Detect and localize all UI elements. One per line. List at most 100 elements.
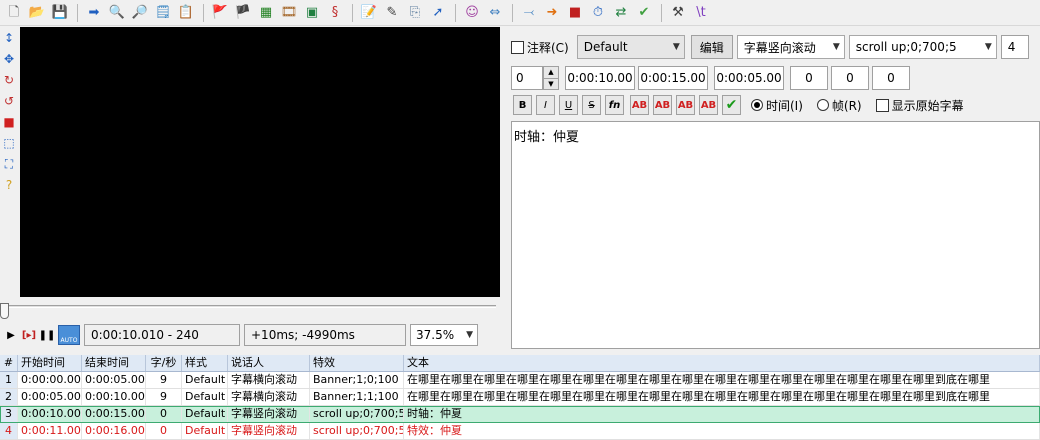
bold-button[interactable]: B (513, 95, 532, 115)
header-actor[interactable]: 说话人 (228, 355, 310, 371)
rotate-z-icon[interactable]: ↻ (1, 69, 17, 90)
subtitle-text-editor[interactable]: 时轴：仲夏 (511, 121, 1040, 349)
strikeout-button[interactable]: S (582, 95, 601, 115)
row-style: Default (182, 389, 228, 405)
flag-blue-icon[interactable]: 🏴 (232, 2, 254, 24)
help-icon[interactable]: ? (1, 174, 17, 195)
margin-vertical-field[interactable]: 0 (872, 66, 910, 90)
flag-red-icon[interactable]: 🚩 (209, 2, 231, 24)
header-style[interactable]: 样式 (182, 355, 228, 371)
scale-tool-icon[interactable]: ■ (1, 111, 17, 132)
run-script-icon[interactable]: ➚ (427, 2, 449, 24)
underline-button[interactable]: U (559, 95, 578, 115)
row-actor: 字幕竖向滚动 (228, 423, 310, 439)
time-mode-radio[interactable] (751, 99, 763, 111)
effect-count-field[interactable]: 4 (1000, 35, 1029, 59)
dollar-script-icon[interactable]: § (324, 2, 346, 24)
split-icon[interactable]: ⇔ (484, 2, 506, 24)
header-effect[interactable]: 特效 (310, 355, 404, 371)
save-icon[interactable]: 💾 (49, 2, 71, 24)
seek-thumb[interactable] (0, 303, 9, 319)
copy-icon[interactable]: ⎘ (404, 2, 426, 24)
new-file-icon[interactable]: 🗋 (3, 2, 25, 24)
actor-select[interactable]: 字幕竖向滚动 ▼ (736, 35, 845, 59)
header-text[interactable]: 文本 (404, 355, 1040, 371)
row-end: 0:00:15.00 (82, 406, 146, 422)
search-icon[interactable]: 🔍 (106, 2, 128, 24)
header-cps[interactable]: 字/秒 (146, 355, 182, 371)
style-select[interactable]: Default ▼ (576, 35, 685, 59)
keyframe-icon[interactable]: ▣ (301, 2, 323, 24)
rotate-xy-icon[interactable]: ↺ (1, 90, 17, 111)
spin-down-icon[interactable]: ▼ (544, 79, 558, 90)
secondary-color-button[interactable]: AB (653, 95, 672, 115)
show-original-checkbox[interactable] (875, 98, 889, 112)
open-folder-icon[interactable]: 📂 (26, 2, 48, 24)
auto-scroll-toggle[interactable]: AUTO (58, 325, 80, 345)
italic-button[interactable]: I (536, 95, 555, 115)
video-frames-icon[interactable]: ▦ (255, 2, 277, 24)
row-text: 时轴：仲夏 (404, 406, 1040, 422)
table-row[interactable]: 1 0:00:00.00 0:00:05.00 9 Default 字幕横向滚动… (0, 372, 1040, 389)
properties-icon[interactable]: 📋 (175, 2, 197, 24)
main-toolbar: 🗋 📂 💾 ➡ 🔍 🔎 🗒 📋 🚩 🏴 ▦ 🎞 ▣ § 📝 ✎ ⎘ ➚ ☺ ⇔ ⤙ ➜ ■ ⏱ ⇄ ✔ ⚒ \t (0, 0, 1040, 26)
end-time-field[interactable]: 0:00:15.00 (638, 66, 708, 90)
table-row-selected[interactable]: 3 0:00:10.00 0:00:15.00 0 Default 字幕竖向滚动… (0, 406, 1040, 423)
shadow-color-button[interactable]: AB (699, 95, 718, 115)
find-replace-icon[interactable]: 🔎 (129, 2, 151, 24)
toolbar-separator (203, 3, 204, 22)
margin-left-field[interactable]: 0 (790, 66, 828, 90)
edit-style-button[interactable]: 编辑 (690, 35, 733, 59)
start-time-field[interactable]: 0:00:10.00 (565, 66, 635, 90)
subtitle-edit-panel: 注释(C) Default ▼ 编辑 字幕竖向滚动 ▼ scroll up;0;… (505, 27, 1040, 349)
notepad-icon[interactable]: 📝 (358, 2, 380, 24)
film-icon[interactable]: 🎞 (278, 2, 300, 24)
playback-bar: ▶ [▸] ❚❚ AUTO 0:00:10.010 - 240 +10ms; -… (0, 322, 500, 348)
header-end[interactable]: 结束时间 (82, 355, 146, 371)
primary-color-button[interactable]: AB (630, 95, 649, 115)
style-manager-icon[interactable]: 🗒 (152, 2, 174, 24)
row-end: 0:00:05.00 (82, 372, 146, 388)
avatar-icon[interactable]: ☺ (461, 2, 483, 24)
header-start[interactable]: 开始时间 (18, 355, 82, 371)
font-button[interactable]: fn (605, 95, 624, 115)
arrow-right-icon[interactable]: ➜ (541, 2, 563, 24)
duration-field[interactable]: 0:00:05.00 (714, 66, 784, 90)
layer-field[interactable]: 0 (511, 66, 543, 90)
video-display[interactable] (20, 27, 500, 297)
jump-arrow-icon[interactable]: ➡ (83, 2, 105, 24)
tools-icon[interactable]: ⚒ (667, 2, 689, 24)
play-line-icon[interactable]: [▸] (20, 324, 38, 346)
pause-icon[interactable]: ❚❚ (38, 324, 56, 346)
layer-spinner[interactable]: ▲ ▼ (543, 66, 559, 90)
spellcheck-icon[interactable]: ✔ (633, 2, 655, 24)
frame-mode-radio[interactable] (816, 99, 829, 111)
clip-vector-icon[interactable]: ⛶ (1, 153, 17, 174)
standard-tool-icon[interactable]: ↕ (1, 27, 17, 48)
row-style: Default (182, 406, 228, 422)
tag-icon[interactable]: \t (690, 2, 712, 24)
clip-rect-icon[interactable]: ⬚ (1, 132, 17, 153)
play-icon[interactable]: ▶ (2, 324, 20, 346)
timer-icon[interactable]: ⏱ (587, 2, 609, 24)
seek-bar[interactable] (2, 305, 496, 308)
table-row-comment[interactable]: 4 0:00:11.00 0:00:16.00 0 Default 字幕竖向滚动… (0, 423, 1040, 440)
effect-select[interactable]: scroll up;0;700;5 ▼ (848, 35, 997, 59)
table-row[interactable]: 2 0:00:05.00 0:00:10.00 9 Default 字幕横向滚动… (0, 389, 1040, 406)
stop-icon[interactable]: ■ (564, 2, 586, 24)
outline-color-button[interactable]: AB (676, 95, 695, 115)
margin-right-field[interactable]: 0 (831, 66, 869, 90)
comment-checkbox[interactable] (511, 40, 524, 54)
translate-icon[interactable]: ⇄ (610, 2, 632, 24)
row-style: Default (182, 372, 228, 388)
pen-icon[interactable]: ✎ (381, 2, 403, 24)
zoom-select[interactable]: 37.5% ▼ (410, 324, 478, 346)
spin-up-icon[interactable]: ▲ (544, 67, 558, 79)
drag-tool-icon[interactable]: ✥ (1, 48, 17, 69)
row-actor: 字幕竖向滚动 (228, 406, 310, 422)
snap-icon[interactable]: ⤙ (518, 2, 540, 24)
zoom-value: 37.5% (416, 328, 455, 342)
commit-check-icon[interactable]: ✔ (722, 95, 741, 115)
toolbar-separator (77, 3, 78, 22)
header-number[interactable]: # (0, 355, 18, 371)
